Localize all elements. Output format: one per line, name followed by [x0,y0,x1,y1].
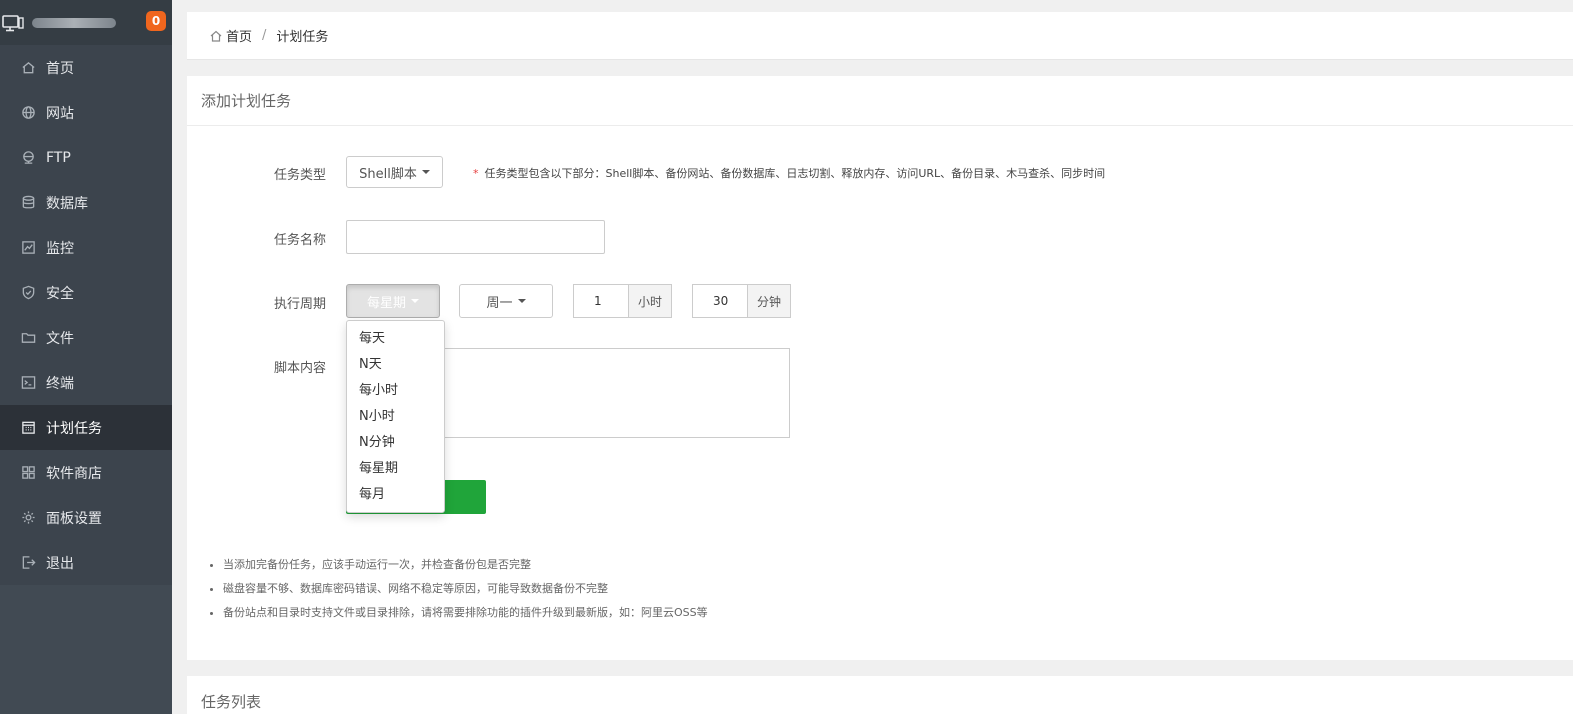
cycle-option[interactable]: N小时 [347,404,444,430]
task-list-panel: 任务列表 [187,676,1573,714]
sidebar-item-label: 退出 [46,555,74,572]
note-item: 磁盘容量不够、数据库密码错误、网络不稳定等原因，可能导致数据备份不完整 [223,581,708,605]
weekday-select[interactable]: 周一 [459,284,553,318]
sidebar-item-label: 面板设置 [46,510,102,527]
sidebar-item-label: FTP [46,149,71,166]
sidebar-item-label: 终端 [46,375,74,392]
task-name-input[interactable] [346,220,605,254]
grid-icon [20,465,36,481]
task-type-label: 任务类型 [273,168,326,183]
cycle-label: 执行周期 [273,297,326,312]
minute-input-group: 30 分钟 [692,284,791,318]
sidebar-item-label: 计划任务 [46,420,102,437]
sidebar-item-8[interactable]: 计划任务 [0,405,172,450]
server-address-blurred [32,17,116,28]
notes-list: 当添加完备份任务，应该手动运行一次，并检查备份包是否完整 磁盘容量不够、数据库密… [209,557,708,629]
sidebar-item-label: 网站 [46,105,74,122]
sidebar-item-label: 安全 [46,285,74,302]
task-type-hint-text: 任务类型包含以下部分：Shell脚本、备份网站、备份数据库、日志切割、释放内存、… [484,167,1106,180]
required-star: * [473,167,479,180]
folder-icon [20,330,36,346]
sidebar-item-10[interactable]: 面板设置 [0,495,172,540]
cycle-option[interactable]: 每月 [347,482,444,508]
home-icon [20,60,36,76]
task-type-value: Shell脚本 [359,166,417,182]
breadcrumb: 首页 / 计划任务 [187,12,1573,60]
panel-title: 添加计划任务 [187,76,1573,126]
chevron-down-icon [517,299,526,303]
cycle-option[interactable]: 每天 [347,326,444,352]
chevron-down-icon [421,170,430,174]
hour-unit: 小时 [628,284,672,318]
minute-input[interactable]: 30 [692,284,747,318]
terminal-icon [20,375,36,391]
globe-icon [20,105,36,121]
note-item: 当添加完备份任务，应该手动运行一次，并检查备份包是否完整 [223,557,708,581]
task-list-title: 任务列表 [201,693,262,711]
sidebar-footer-area [0,585,172,714]
minute-unit: 分钟 [747,284,791,318]
sidebar-item-label: 监控 [46,240,74,257]
message-count-badge[interactable]: 0 [146,11,166,31]
hour-input[interactable]: 1 [573,284,628,318]
sidebar-item-4[interactable]: 监控 [0,225,172,270]
note-item: 备份站点和目录时支持文件或目录排除，请将需要排除功能的插件升级到最新版，如：阿里… [223,605,708,629]
database-icon [20,195,36,211]
sidebar-item-label: 数据库 [46,195,88,212]
logout-icon [20,555,36,571]
sidebar-item-9[interactable]: 软件商店 [0,450,172,495]
chevron-down-icon [411,299,419,303]
script-content-label: 脚本内容 [273,361,326,376]
ftp-icon [20,150,36,166]
cycle-option[interactable]: 每星期 [347,456,444,482]
cycle-option[interactable]: N天 [347,352,444,378]
hour-input-group: 1 小时 [573,284,672,318]
sidebar-item-label: 文件 [46,330,74,347]
cycle-value: 每星期 [366,295,406,311]
breadcrumb-current: 计划任务 [276,30,329,45]
monitor-chart-icon [20,240,36,256]
sidebar-menu: 首页网站 FTP 数据库监控安全文件终端计划任务软件商店面板设置退出 [0,45,172,585]
sidebar-header: 0 [0,0,172,45]
sidebar-item-1[interactable]: 网站 [0,90,172,135]
shield-icon [20,285,36,301]
sidebar-item-5[interactable]: 安全 [0,270,172,315]
sidebar-item-label: 首页 [46,60,74,77]
sidebar-item-2[interactable]: FTP [0,135,172,180]
breadcrumb-home-link[interactable]: 首页 [226,26,252,45]
sidebar-item-3[interactable]: 数据库 [0,180,172,225]
task-type-hint: * 任务类型包含以下部分：Shell脚本、备份网站、备份数据库、日志切割、释放内存… [473,165,1105,181]
sidebar-item-6[interactable]: 文件 [0,315,172,360]
sidebar-item-label: 软件商店 [46,465,102,482]
sidebar: 0 首页网站 FTP 数据库监控安全文件终端计划任务软件商店面板设置退出 [0,0,172,714]
sidebar-item-11[interactable]: 退出 [0,540,172,585]
monitor-icon [2,13,26,33]
task-type-select[interactable]: Shell脚本 [346,156,443,188]
sidebar-item-7[interactable]: 终端 [0,360,172,405]
gear-icon [20,510,36,526]
task-name-label: 任务名称 [273,233,326,248]
home-icon[interactable] [209,29,223,43]
calendar-icon [20,420,36,436]
breadcrumb-separator: / [262,28,267,43]
cycle-select[interactable]: 每星期 [346,284,440,318]
sidebar-item-0[interactable]: 首页 [0,45,172,90]
cycle-option[interactable]: N分钟 [347,430,444,456]
cycle-option[interactable]: 每小时 [347,378,444,404]
cycle-dropdown-menu: 每天 N天 每小时 N小时 N分钟 每星期 每月 [346,320,445,513]
weekday-value: 周一 [486,295,513,311]
